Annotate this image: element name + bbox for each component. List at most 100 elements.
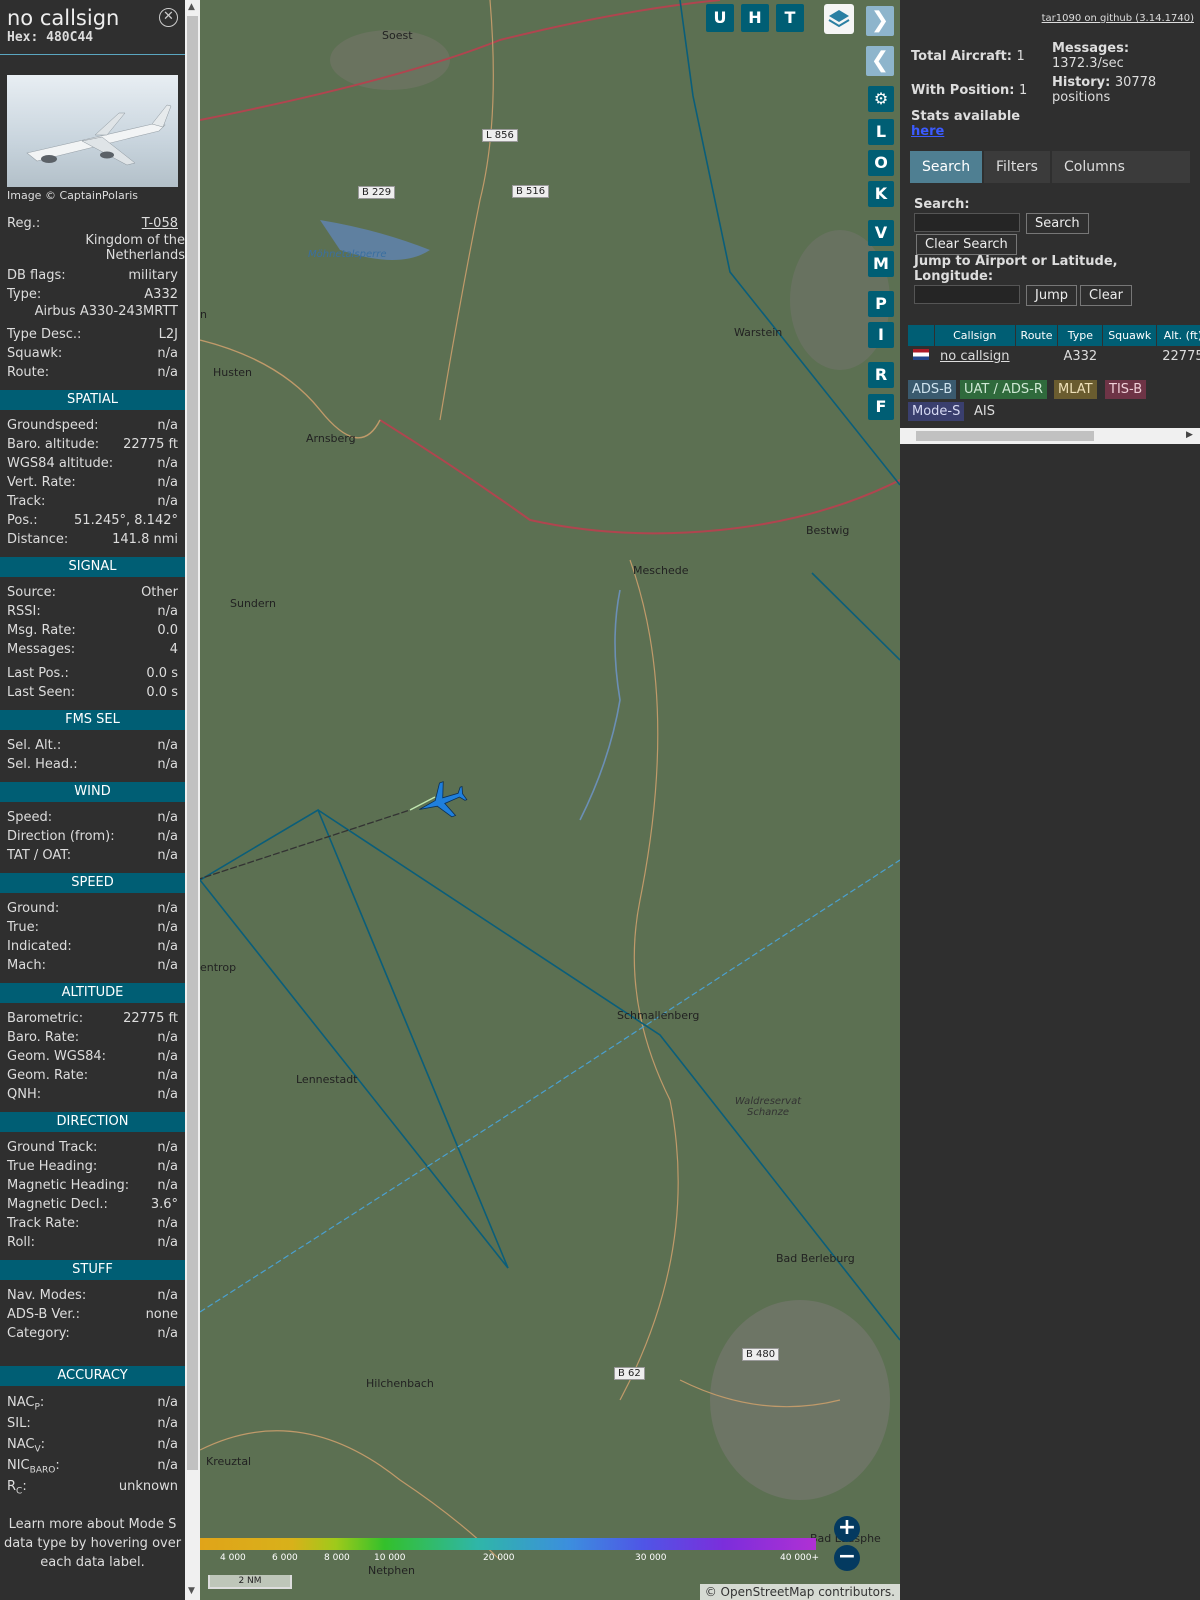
info-row-value: n/a [157,1235,178,1250]
dbflags-label: DB flags: [7,268,66,283]
row-route [1016,347,1058,366]
toggle-h-button[interactable]: H [741,4,769,32]
search-label: Search: [914,197,970,212]
right-panel: tar1090 on github (3.14.1740) Total Airc… [900,0,1200,1600]
tab-filters[interactable]: Filters [984,151,1050,183]
toggle-t-button[interactable]: T [776,4,804,32]
info-row-label: QNH: [7,1087,42,1102]
total-aircraft: Total Aircraft: 1 [911,49,1025,64]
accuracy-label: NACP: [7,1395,45,1413]
expand-right-icon[interactable]: ❯ [866,6,894,36]
scrollbar-thumb[interactable] [187,16,198,1470]
accuracy-label-sub: C [16,1486,23,1497]
row-type: A332 [1063,349,1098,364]
toggle-k-button[interactable]: K [868,181,894,207]
col-altitude[interactable]: Alt. (ft) [1157,325,1200,346]
zoom-in-button[interactable]: + [834,1516,860,1542]
toggle-u-button[interactable]: U [706,4,734,32]
tab-columns[interactable]: Columns [1052,151,1137,183]
road-b229: B 229 [358,186,396,199]
search-input[interactable] [914,213,1020,232]
toggle-o-button[interactable]: O [868,150,894,176]
info-row: Messages: 4 [0,640,185,659]
footer-note: Learn more about Mode S data type by hov… [3,1517,182,1570]
map-label-schmallenberg: Schmallenberg [617,1009,700,1022]
collapse-left-icon[interactable]: ❮ [866,46,894,76]
row-callsign[interactable]: no callsign [935,347,1015,366]
info-row-label: Last Seen: [7,685,76,700]
aircraft-photo[interactable] [7,75,178,187]
info-row-value: n/a [157,1140,178,1155]
layers-button[interactable] [824,4,854,34]
toggle-m-button[interactable]: M [868,251,894,277]
info-scrollbar[interactable]: ▲ ▼ [185,0,200,1600]
info-row-label: Baro. altitude: [7,437,100,452]
hscroll-thumb[interactable] [916,431,1094,441]
accuracy-value: n/a [157,1416,178,1431]
type-label: Type: [7,287,42,302]
col-squawk[interactable]: Squawk [1103,325,1157,346]
scroll-right-icon[interactable]: ▶ [1186,430,1193,440]
section-direction: DIRECTION [0,1112,185,1132]
accuracy-label: RC: [7,1479,27,1497]
info-row-value: n/a [157,901,178,916]
col-route[interactable]: Route [1015,325,1058,346]
info-row-value: n/a [157,475,178,490]
jump-input[interactable] [914,285,1020,304]
info-row: Mach: n/a [0,956,185,975]
toggle-f-button[interactable]: F [868,394,894,420]
close-icon[interactable]: ✕ [159,8,178,27]
jump-label: Jump to Airport or Latitude, Longitude: [914,254,1118,284]
accuracy-value: n/a [157,1437,178,1452]
info-row: Pos.: 51.245°, 8.142° [0,511,185,530]
col-callsign[interactable]: Callsign [935,325,1015,346]
section-speed: SPEED [0,873,185,893]
jump-button[interactable]: Jump [1026,285,1077,306]
info-row-label: Msg. Rate: [7,623,76,638]
settings-gear-icon[interactable]: ⚙ [868,86,894,112]
accuracy-value: unknown [118,1479,178,1494]
info-row: Track: n/a [0,492,185,511]
clear-search-button[interactable]: Clear Search [916,234,1017,255]
map-label-lennestadt: Lennestadt [296,1073,358,1086]
scroll-down-icon[interactable]: ▼ [188,1586,195,1596]
tab-search[interactable]: Search [910,151,983,183]
clear-button[interactable]: Clear [1080,285,1132,306]
toggle-r-button[interactable]: R [868,362,894,388]
signal-rows: Source: Other RSSI: n/a Msg. Rate: 0.0 Message… [0,583,185,659]
col-flag[interactable] [908,325,934,346]
history-label: History: [1052,75,1111,90]
toggle-i-button[interactable]: I [868,322,894,348]
aircraft-info-panel: no callsign Hex: 480C44 ✕ Image © Captai… [0,0,185,1600]
info-row-value: n/a [157,1087,178,1102]
map-canvas[interactable]: Soest Warstein Husten Arnsberg Meschede … [200,0,900,1600]
info-row-label: Mach: [7,958,46,973]
stats-link[interactable]: here [911,124,944,139]
info-row: Source: Other [0,583,185,602]
squawk-label: Squawk: [7,346,63,361]
info-header: no callsign Hex: 480C44 ✕ [0,0,185,55]
info-row-value: n/a [157,1159,178,1174]
info-row-value: 0.0 s [146,666,178,681]
table-row[interactable]: no callsign A332 22775 [908,347,1200,366]
search-button[interactable]: Search [1026,213,1089,234]
zoom-out-button[interactable]: − [834,1545,860,1571]
tab-extra[interactable] [1136,151,1190,183]
col-type[interactable]: Type [1058,325,1103,346]
info-row-label: Category: [7,1326,70,1341]
github-link[interactable]: tar1090 on github (3.14.1740) [1042,13,1194,24]
toggle-p-button[interactable]: P [868,291,894,317]
toggle-v-button[interactable]: V [868,220,894,246]
source-badge: TIS-B [1105,380,1147,399]
map-attribution[interactable]: © OpenStreetMap contributors. [699,1584,900,1600]
toggle-l-button[interactable]: L [868,119,894,145]
table-hscrollbar[interactable]: ▶ [900,428,1200,444]
info-row-value: 22775 ft [123,437,178,452]
accuracy-label: NICBARO: [7,1458,60,1476]
info-row-value: 3.6° [150,1197,178,1212]
scroll-up-icon[interactable]: ▲ [188,2,195,12]
reg-link[interactable]: T-058 [142,214,178,233]
aircraft-marker[interactable] [413,776,470,826]
altitude-color-scale [200,1538,816,1550]
info-row-label: Messages: [7,642,76,657]
